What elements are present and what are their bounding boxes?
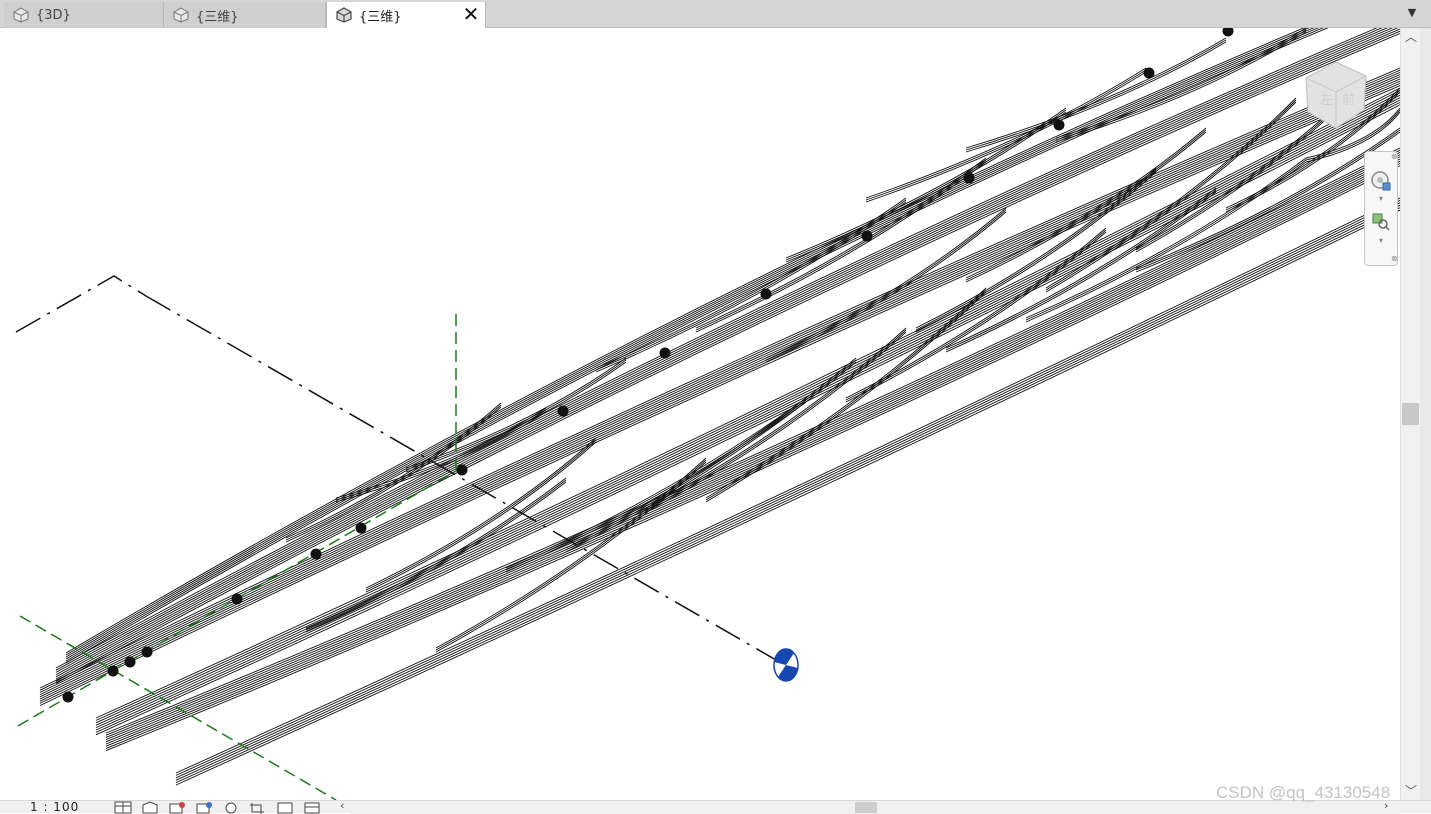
view-scale[interactable]: 1 : 100 [30, 800, 79, 814]
viewcube[interactable]: 左 前 [1305, 61, 1367, 129]
strand-curve [55, 28, 1400, 680]
strand-curve [39, 82, 1400, 704]
strand-curve [285, 404, 502, 541]
svg-text:前: 前 [1342, 92, 1355, 108]
strand-curve [55, 28, 1378, 669]
strand-curve [95, 89, 1400, 721]
vertical-scroll-thumb[interactable] [1402, 403, 1419, 425]
anchor-point [760, 288, 772, 300]
render-icon[interactable] [221, 801, 241, 814]
strand-curve [39, 74, 1400, 696]
close-tab-icon[interactable]: ✕ [461, 4, 481, 24]
tab-label: {3D} [36, 7, 71, 23]
anchor-point [124, 656, 136, 668]
strand-curve [845, 229, 1107, 401]
anchor-point [231, 593, 243, 605]
strand-curve [65, 28, 1324, 662]
strand-curve [39, 76, 1400, 698]
strand-curve [39, 80, 1400, 702]
tab-list-dropdown-icon[interactable]: ▼ [1405, 6, 1419, 20]
anchor-point [1222, 28, 1234, 37]
strand-curve [39, 85, 1400, 707]
strand-curve [845, 227, 1107, 399]
view-tab-bar: {3D} {三维} {三维} ✕ ▼ [0, 0, 1431, 28]
house-3d-icon [336, 7, 352, 23]
window-edge [1420, 28, 1431, 800]
chevron-down-icon[interactable]: ▾ [1379, 236, 1383, 245]
scroll-left-icon[interactable]: ‹ [340, 799, 344, 812]
shadows-icon[interactable] [194, 801, 214, 814]
scroll-up-icon[interactable]: ︿ [1401, 28, 1421, 46]
show-crop-icon[interactable] [275, 801, 295, 814]
steering-wheel-icon[interactable] [1370, 170, 1392, 192]
sun-path-icon[interactable] [167, 801, 187, 814]
anchor-point [107, 665, 119, 677]
strand-curve [55, 28, 1394, 675]
anchor-point [310, 548, 322, 560]
strand-curve [565, 361, 857, 553]
strand-curve [65, 28, 1329, 664]
watermark: CSDN @qq_43130548 [1216, 783, 1391, 802]
strand-curve [55, 28, 1399, 678]
scroll-down-icon[interactable]: ﹀ [1401, 782, 1421, 800]
temporary-hide-icon[interactable] [302, 801, 322, 814]
svg-text:左: 左 [1320, 93, 1333, 108]
strand-curve [65, 28, 1310, 656]
tab-3d-cn[interactable]: {三维} [164, 2, 326, 28]
strand-curve [505, 401, 807, 573]
visual-style-icon[interactable] [140, 801, 160, 814]
horizontal-scroll-thumb[interactable] [855, 802, 877, 813]
strand-curve [39, 71, 1400, 693]
project-base-point [773, 648, 799, 682]
strand-curve [365, 439, 597, 591]
anchor-point [456, 464, 468, 476]
strand-curve [39, 78, 1400, 700]
anchor-point [141, 646, 153, 658]
anchor-point [963, 172, 975, 184]
house-3d-icon [173, 7, 189, 23]
strand-curve [105, 158, 1400, 745]
anchor-point [1143, 67, 1155, 79]
chevron-down-icon[interactable]: ▾ [1379, 194, 1383, 203]
detail-level-icon[interactable] [113, 801, 133, 814]
tab-label: {三维} [359, 9, 402, 25]
anchor-point [659, 347, 671, 359]
strand-curve [105, 160, 1400, 747]
steel-strand-curves [39, 28, 1400, 786]
navigation-bar: ⊗ ▾ ▾ ⊗ [1364, 151, 1398, 266]
tab-3d-cn-active[interactable]: {三维} ✕ [326, 2, 486, 28]
navbar-options-icon[interactable]: ⊗ [1391, 254, 1398, 263]
crop-view-icon[interactable] [248, 801, 268, 814]
strand-curve [95, 87, 1400, 719]
strand-curve [865, 67, 1147, 199]
anchor-point [861, 230, 873, 242]
vertical-scrollbar[interactable]: ︿ ﹀ [1400, 28, 1420, 800]
strand-curve [65, 28, 1305, 654]
tab-3d[interactable]: {3D} [4, 2, 164, 28]
close-navbar-icon[interactable]: ⊗ [1391, 152, 1398, 161]
strand-curve [965, 37, 1227, 149]
strand-curve [285, 402, 502, 539]
anchor-point [355, 522, 367, 534]
tab-label: {三维} [196, 9, 239, 25]
strand-curve [1135, 129, 1400, 271]
anchor-point [1053, 119, 1065, 131]
model-drawing: 左 前 [15, 28, 1400, 800]
strand-curve [175, 197, 1400, 774]
strand-curve [39, 69, 1400, 691]
house-3d-icon [13, 7, 29, 23]
anchor-point [62, 691, 74, 703]
zoom-region-icon[interactable] [1371, 212, 1391, 232]
strand-curve [965, 39, 1227, 151]
anchor-point [557, 405, 569, 417]
3d-view-canvas[interactable]: 左 前 [6, 28, 1400, 800]
